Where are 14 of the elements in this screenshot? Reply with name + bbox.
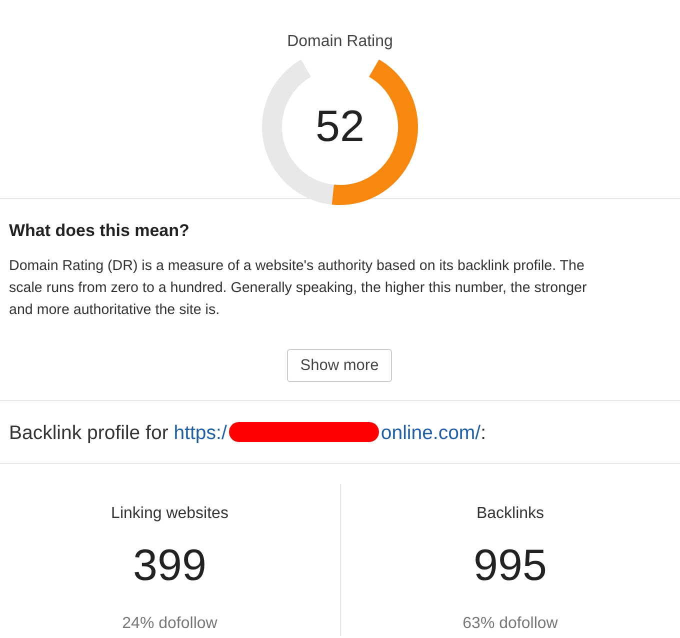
show-more-button[interactable]: Show more [287,349,392,382]
gauge-title: Domain Rating [286,32,394,52]
stat-label: Linking websites [110,504,230,524]
stat-value: 995 [472,544,548,588]
stat-label: Backlinks [475,504,546,524]
section-heading: What does this mean? [9,221,190,241]
url-link[interactable]: https:/ online.com/ [174,422,481,444]
backlink-heading: Backlink profile for [9,422,168,444]
stat-note: 63% dofollow [462,614,559,634]
description-text: Domain Rating (DR) is a measure of a website's authority based on its backlink profile. The scale runs from zero to a hundred. Generally speaking, the higher this number, the stronger and more authoritative the site is. [9,257,588,320]
stat-note: 24% dofollow [121,614,218,634]
stat-value: 399 [132,544,208,588]
rating-value: 52 [316,105,364,149]
colon-text: : [480,422,486,444]
